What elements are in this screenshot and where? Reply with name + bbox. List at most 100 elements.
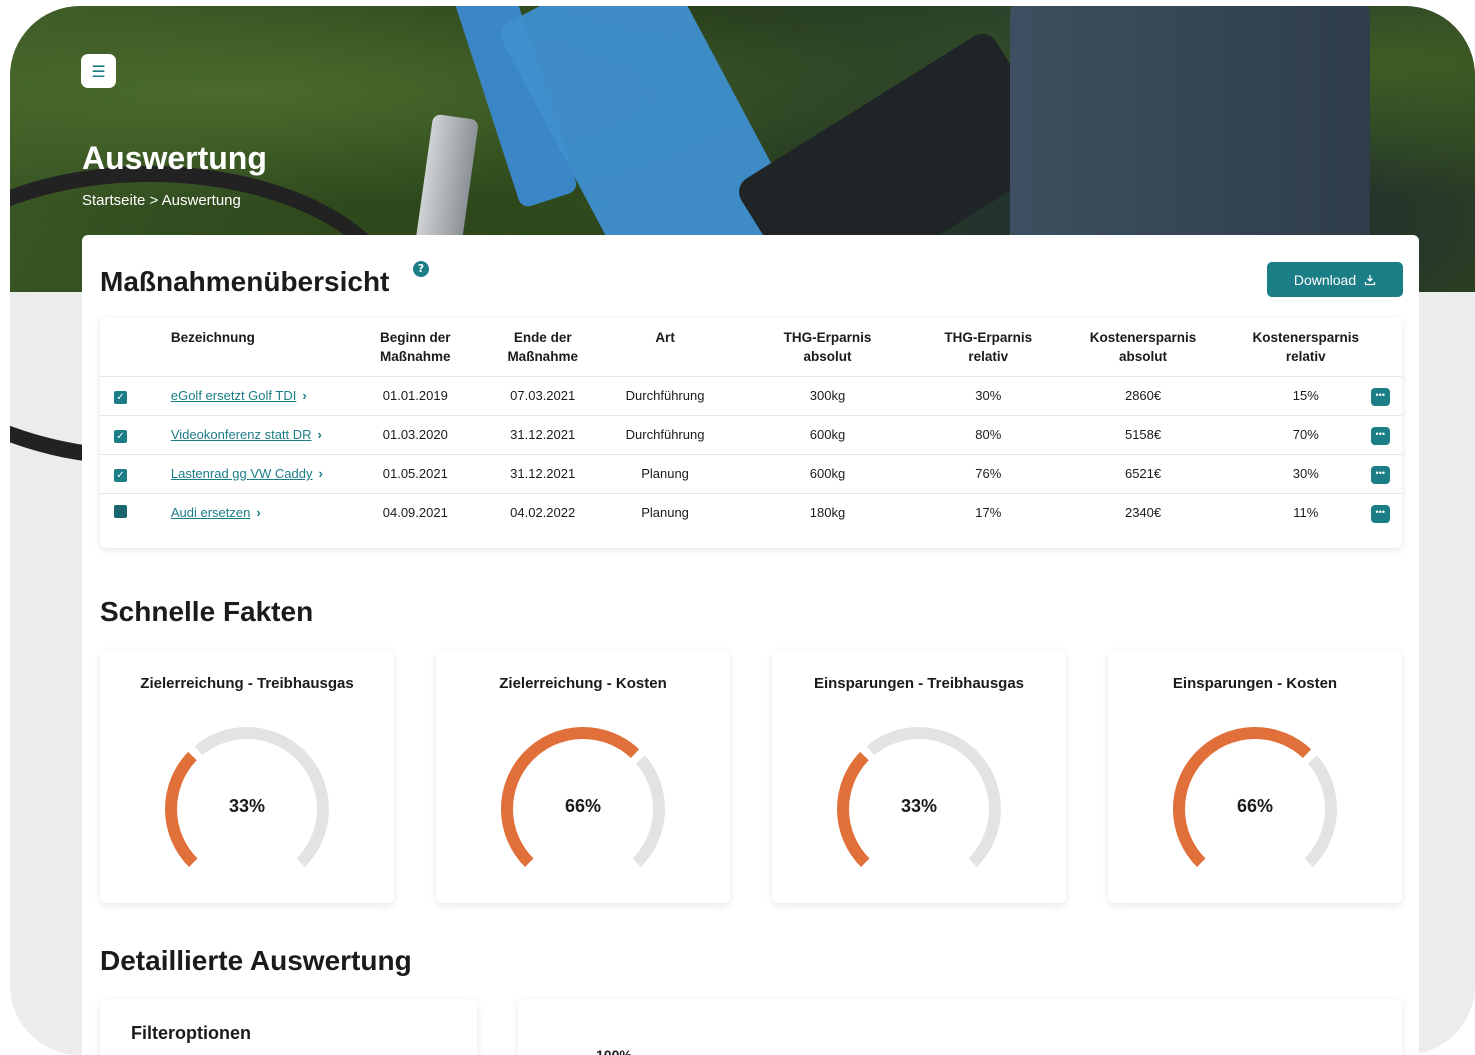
cell-thg-abs: 600kg [723,414,932,454]
table-header-row: Bezeichnung Beginn der Maßnahme Ende der… [100,318,1402,376]
gauge-track [632,755,665,867]
measures-table-card: Bezeichnung Beginn der Maßnahme Ende der… [100,318,1402,548]
breadcrumb-current: Auswertung [161,192,241,209]
hamburger-icon: ☰ [91,61,106,81]
col-art[interactable]: Art [606,318,723,376]
breadcrumb-separator: > [149,192,159,209]
cell-end: 07.03.2021 [479,375,607,415]
row-checkbox[interactable]: ✓ [114,468,127,482]
cell-cost-abs: 2860€ [1045,375,1241,415]
cell-cost-abs: 6521€ [1045,453,1241,493]
kpi-title: Zielerreichung - Kosten [499,675,667,692]
breadcrumb: Startseite > Auswertung [82,192,241,209]
breadcrumb-home-link[interactable]: Startseite [82,192,145,209]
col-beginn[interactable]: Beginn der Maßnahme [352,318,479,376]
gauge-track [1304,755,1337,867]
cell-start: 01.01.2019 [351,375,479,415]
col-ende[interactable]: Ende der Maßnahme [479,318,606,376]
measure-link[interactable]: Lastenrad gg VW Caddy [171,466,313,481]
cell-end: 31.12.2021 [479,414,607,454]
cell-thg-abs: 300kg [723,375,932,415]
col-kosten-rel[interactable]: Kostenersparnis relativ [1241,318,1371,376]
row-checkbox[interactable] [114,504,127,518]
measure-link[interactable]: Videokonferenz statt DR [171,427,312,442]
cell-thg-rel: 76% [931,453,1046,493]
download-icon [1364,274,1376,285]
more-icon: ••• [1375,506,1385,517]
cell-start: 01.03.2020 [351,414,479,454]
kpi-card: Einsparungen - Treibhausgas 33% [772,651,1066,903]
cell-thg-rel: 80% [931,414,1046,454]
gauge-chart [1173,726,1337,867]
cell-type: Durchführung [606,375,724,415]
facts-title: Schnelle Fakten [100,596,314,627]
gauge-track [866,727,1001,867]
cell-cost-rel: 70% [1240,414,1371,454]
cell-thg-abs: 180kg [723,492,932,532]
kpi-title: Einsparungen - Kosten [1172,675,1338,692]
table-row: Audi ersetzen › 04.09.2021 04.02.2022 Planun… [100,492,1402,532]
chevron-right-icon[interactable]: › [319,466,323,481]
row-checkbox[interactable]: ✓ [114,390,127,404]
cell-end: 04.02.2022 [479,492,607,532]
cell-start: 04.09.2021 [351,492,479,532]
cell-cost-abs: 2340€ [1045,492,1241,532]
detail-chart-card: 100% [518,999,1402,1055]
detail-title: Detaillierte Auswertung [100,945,412,976]
more-options-button[interactable]: ••• [1370,465,1390,484]
cell-cost-abs: 5158€ [1045,414,1241,454]
table-row: ✓ Lastenrad gg VW Caddy › 01.05.2021 31.12.2… [100,453,1402,493]
page-title: Auswertung [82,140,267,176]
col-kosten-abs[interactable]: Kostenersparnis absolut [1045,318,1240,376]
hamburger-menu-button[interactable]: ☰ [81,54,116,88]
col-thg-abs[interactable]: THG-Erparnis absolut [724,318,932,376]
measures-table: Bezeichnung Beginn der Maßnahme Ende der… [100,318,1402,532]
cell-type: Durchführung [606,414,724,454]
kpi-title: Zielerreichung - Treibhausgas [140,675,354,692]
table-row: ✓ eGolf ersetzt Golf TDI › 01.01.2019 07.03.… [100,375,1402,415]
table-row: ✓ Videokonferenz statt DR › 01.03.2020 31.12… [100,414,1402,454]
col-thg-rel[interactable]: THG-Erparnis relativ [931,318,1045,376]
filter-options-card: Filteroptionen [100,999,477,1055]
kpi-card: Zielerreichung - Treibhausgas 33% [100,651,394,903]
more-options-button[interactable]: ••• [1370,504,1390,523]
gauge-chart [837,727,1001,867]
cell-thg-abs: 600kg [723,453,932,493]
gauge-chart [501,726,665,867]
gauge-chart [165,727,329,867]
gauge-fill [1173,726,1312,867]
kpi-card: Zielerreichung - Kosten 66% [436,651,730,903]
measure-link[interactable]: eGolf ersetzt Golf TDI [171,388,296,403]
cell-cost-rel: 15% [1240,375,1371,415]
chart-y-axis-label: 100% [596,1047,632,1055]
help-icon[interactable]: ? [413,261,429,277]
download-label: Download [1293,271,1357,288]
cell-cost-rel: 11% [1240,492,1371,532]
row-checkbox[interactable]: ✓ [114,429,127,443]
filter-options-title: Filteroptionen [131,1023,251,1043]
app-frame: ☰ Auswertung Startseite > Auswertung Maß… [10,6,1475,1055]
cell-thg-rel: 17% [931,492,1046,532]
download-button[interactable]: Download [1267,262,1403,297]
gauge-fill [165,751,198,867]
chevron-right-icon[interactable]: › [318,427,322,442]
chevron-right-icon[interactable]: › [302,388,306,403]
cell-end: 31.12.2021 [479,453,607,493]
measure-link[interactable]: Audi ersetzen [171,505,251,520]
col-bezeichnung[interactable]: Bezeichnung [158,318,352,376]
chevron-right-icon[interactable]: › [256,505,260,520]
gauge-track [194,727,329,867]
cell-type: Planung [606,453,724,493]
gauge-fill [837,751,870,867]
more-options-button[interactable]: ••• [1370,426,1390,445]
more-icon: ••• [1375,428,1385,439]
cell-thg-rel: 30% [931,375,1046,415]
cell-start: 01.05.2021 [351,453,479,493]
main-content: Maßnahmenübersicht ? Download Bezeichnun… [82,235,1419,1055]
kpi-card: Einsparungen - Kosten 66% [1108,651,1402,903]
gauge-fill [501,726,640,867]
more-icon: ••• [1375,467,1385,478]
kpi-title: Einsparungen - Treibhausgas [813,675,1025,692]
overview-title: Maßnahmenübersicht [100,266,390,297]
more-options-button[interactable]: ••• [1370,387,1390,406]
